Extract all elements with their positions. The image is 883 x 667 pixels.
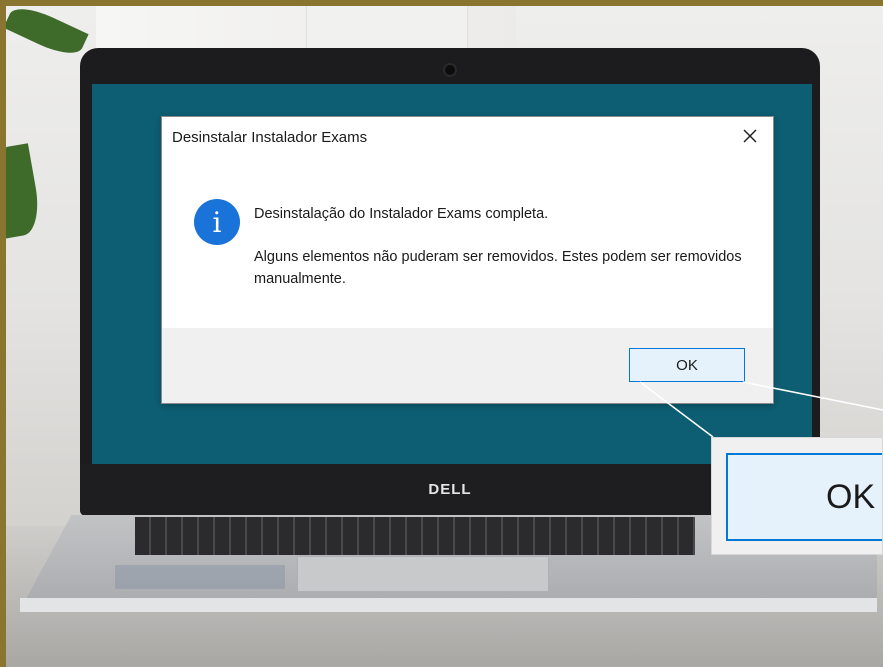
zoom-connector-line xyxy=(639,381,714,438)
zoomed-ok-button: OK xyxy=(726,453,882,541)
zoom-callout: OK xyxy=(711,437,883,555)
zoom-connector-lines xyxy=(639,381,883,438)
zoom-connector-line xyxy=(742,381,883,411)
